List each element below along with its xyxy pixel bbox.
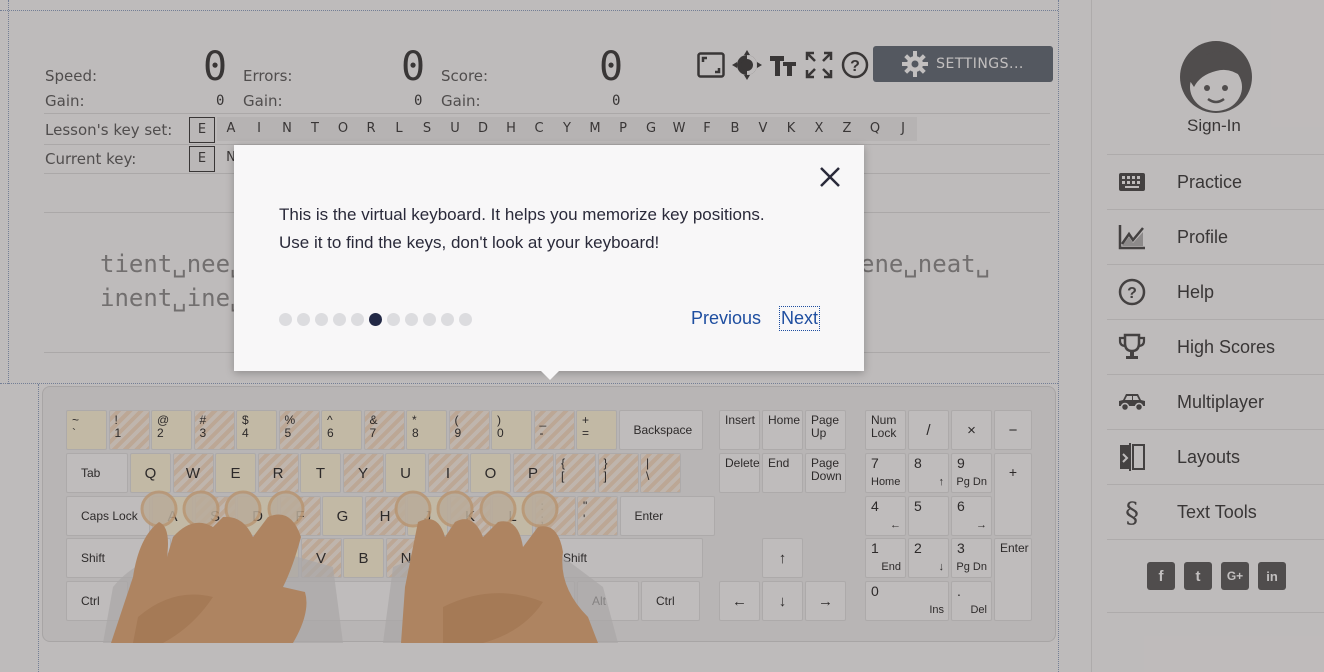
tutorial-dialog: This is the virtual keyboard. It helps y… xyxy=(234,145,864,380)
dialog-message-line1: This is the virtual keyboard. It helps y… xyxy=(279,205,765,224)
step-indicator xyxy=(279,313,472,326)
step-dot[interactable] xyxy=(351,313,364,326)
dialog-message: This is the virtual keyboard. It helps y… xyxy=(279,201,839,257)
next-button[interactable]: Next xyxy=(779,306,821,331)
step-dot[interactable] xyxy=(279,313,292,326)
step-dot[interactable] xyxy=(297,313,310,326)
step-dot[interactable] xyxy=(405,313,418,326)
step-dot[interactable] xyxy=(387,313,400,326)
step-dot[interactable] xyxy=(315,313,328,326)
previous-button[interactable]: Previous xyxy=(691,308,761,329)
dialog-pointer xyxy=(540,370,560,380)
step-dot[interactable] xyxy=(333,313,346,326)
step-dot[interactable] xyxy=(459,313,472,326)
step-dot-active[interactable] xyxy=(369,313,382,326)
close-icon[interactable] xyxy=(818,165,842,189)
step-dot[interactable] xyxy=(423,313,436,326)
dialog-message-line2: Use it to find the keys, don't look at y… xyxy=(279,233,660,252)
step-dot[interactable] xyxy=(441,313,454,326)
